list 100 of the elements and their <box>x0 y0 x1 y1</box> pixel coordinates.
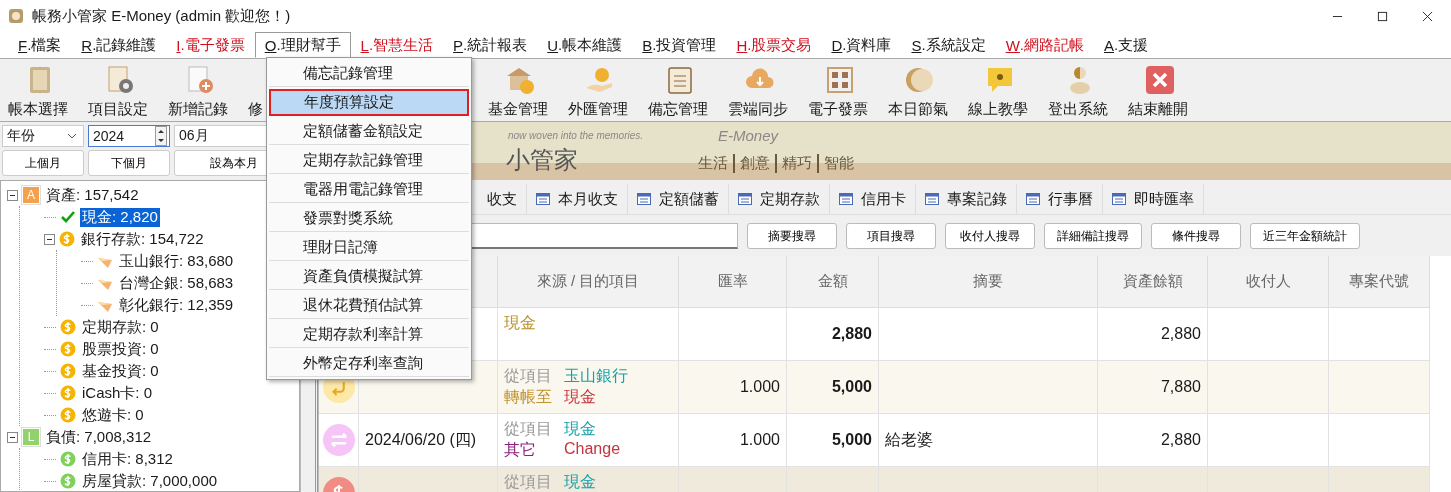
toolbar-button[interactable]: 線上教學 <box>968 100 1028 119</box>
tree-item[interactable]: 定期存款: 0 <box>80 317 161 337</box>
menu-item[interactable]: S.系統設定 <box>901 32 996 58</box>
collapse-toggle[interactable] <box>7 431 18 443</box>
column-header: 來源 / 目的項目 <box>498 256 679 308</box>
source-label: 轉帳至 <box>504 387 553 407</box>
caret-icon <box>67 133 77 139</box>
date-cell: 2024/06/20 (四) <box>359 414 498 467</box>
nav-button[interactable]: 下個月 <box>88 150 170 176</box>
menu-item[interactable]: 定期存款記錄管理 <box>269 147 469 174</box>
toolbar-button[interactable]: 修 <box>248 100 263 119</box>
menu-item[interactable]: 備忘記錄管理 <box>269 60 469 87</box>
tab[interactable]: 專案記錄 <box>916 184 1017 214</box>
tree-item[interactable]: 股票投資: 0 <box>80 339 161 359</box>
search-button[interactable]: 摘要搜尋 <box>747 223 837 249</box>
menu-item[interactable]: 理財日記簿 <box>269 234 469 261</box>
tree-item[interactable]: 房屋貸款: 7,000,000 <box>80 471 220 491</box>
tab[interactable]: 定期存款 <box>729 184 830 214</box>
menu-item[interactable]: P.統計報表 <box>443 32 538 58</box>
maximize-icon[interactable] <box>1377 10 1388 22</box>
search-button[interactable]: 收付人搜尋 <box>945 223 1035 249</box>
toolbar-button[interactable]: 外匯管理 <box>568 100 628 119</box>
menu-item[interactable]: 定額儲蓄金額設定 <box>269 118 469 145</box>
menu-item[interactable]: U.帳本維護 <box>537 32 633 58</box>
tree-item[interactable]: 資產: 157,542 <box>44 185 141 205</box>
table-icon <box>637 193 651 205</box>
tab[interactable]: 即時匯率 <box>1103 184 1204 214</box>
banner-brand: E-Money <box>718 127 779 144</box>
exchange-icon <box>322 424 355 456</box>
nav-button[interactable]: 上個月 <box>2 150 84 176</box>
menu-item[interactable]: 發票對獎系統 <box>269 205 469 232</box>
menu-item[interactable]: D.資料庫 <box>821 32 902 58</box>
table-icon <box>839 193 853 205</box>
menu-item[interactable]: W.網路記帳 <box>995 32 1094 58</box>
menu-item[interactable]: 年度預算設定 <box>269 89 469 116</box>
unit-dropdown[interactable]: 年份 <box>2 125 84 147</box>
tree-item[interactable]: 悠遊卡: 0 <box>80 405 146 425</box>
tab[interactable]: 本月收支 <box>527 184 628 214</box>
menu-item[interactable]: O.理財幫手 <box>254 32 351 58</box>
tab[interactable]: 信用卡 <box>830 184 916 214</box>
menu-item[interactable]: H.股票交易 <box>726 32 822 58</box>
year-spinner[interactable]: 2024 <box>88 125 170 147</box>
search-button[interactable]: 近三年金額統計 <box>1250 223 1360 249</box>
toolbar-button[interactable]: 結束離開 <box>1128 100 1188 119</box>
toolbar-button[interactable]: 新增記錄 <box>168 100 228 119</box>
source-item: 現金 <box>504 313 536 333</box>
tree-item[interactable]: 台灣企銀: 58,683 <box>117 273 236 293</box>
menu-item[interactable]: 電器用電記錄管理 <box>269 176 469 203</box>
balance-cell: 2,880 <box>1098 308 1208 361</box>
menu-item[interactable]: 定期存款利率計算 <box>269 321 469 348</box>
menu-item[interactable]: 退休花費預估試算 <box>269 292 469 319</box>
source-label: 從項目 <box>504 472 553 492</box>
search-button[interactable]: 條件搜尋 <box>1151 223 1241 249</box>
collapse-toggle[interactable] <box>7 189 18 201</box>
rate-cell: 1.000 <box>679 414 787 467</box>
banner-title: 小管家 <box>506 145 578 175</box>
tab[interactable]: 定額儲蓄 <box>628 184 729 214</box>
toolbar-button[interactable]: 電子發票 <box>808 100 868 119</box>
toolbar-button[interactable]: 項目設定 <box>88 100 148 119</box>
menu-item[interactable]: 資產負債模擬試算 <box>269 263 469 290</box>
app-icon <box>8 8 24 24</box>
column-header: 摘要 <box>879 256 1098 308</box>
toolbar-button[interactable]: 本日節氣 <box>888 100 948 119</box>
toolbar-button[interactable]: 備忘管理 <box>648 100 708 119</box>
toolbar-button[interactable]: 登出系統 <box>1048 100 1108 119</box>
table-icon <box>925 193 939 205</box>
table-icon <box>1026 193 1040 205</box>
toolbar-button[interactable]: 基金管理 <box>488 100 548 119</box>
menu-item[interactable]: I.電子發票 <box>166 32 255 58</box>
tree-item[interactable]: 銀行存款: 154,722 <box>79 229 206 249</box>
tree-item[interactable]: iCash卡: 0 <box>80 383 155 403</box>
collapse-toggle[interactable] <box>44 233 55 245</box>
search-button[interactable]: 詳細備註搜尋 <box>1044 223 1142 249</box>
toolbar-button[interactable]: 雲端同步 <box>728 100 788 119</box>
tree-item[interactable]: 彰化銀行: 12,359 <box>117 295 236 315</box>
toolbar-button[interactable]: 帳本選擇 <box>8 100 68 119</box>
menu-item[interactable]: 外幣定存利率查詢 <box>269 350 469 377</box>
tree-item[interactable]: 玉山銀行: 83,680 <box>117 251 236 271</box>
tree-item[interactable]: 負債: 7,008,312 <box>44 427 154 447</box>
qr-code-icon <box>824 64 856 96</box>
menu-item[interactable]: L.智慧生活 <box>350 32 444 58</box>
tree-item[interactable]: 信用卡: 8,312 <box>80 449 175 469</box>
slogan-word: 生活 <box>697 154 729 173</box>
tree-item[interactable]: 現金: 2,820 <box>80 207 160 227</box>
source-item: Change <box>564 440 621 459</box>
tab[interactable]: 收支 <box>478 184 527 214</box>
tab[interactable]: 行事曆 <box>1017 184 1103 214</box>
menu-item[interactable]: R.記錄維護 <box>71 32 167 58</box>
tree-item[interactable]: 基金投資: 0 <box>80 361 161 381</box>
menu-item[interactable]: F.檔案 <box>8 32 72 58</box>
search-button[interactable]: 項目搜尋 <box>846 223 936 249</box>
close-icon[interactable] <box>1422 10 1433 22</box>
slogan-word: 創意 <box>733 154 775 173</box>
menu-item[interactable]: A.支援 <box>1094 32 1159 58</box>
menu-item[interactable]: B.投資管理 <box>632 32 727 58</box>
source-item: 現金 <box>564 472 596 492</box>
source-item: 玉山銀行 <box>564 366 628 386</box>
source-label: 其它 <box>504 440 537 460</box>
category-badge: L <box>22 428 40 446</box>
rate-cell: 1.000 <box>679 361 787 414</box>
